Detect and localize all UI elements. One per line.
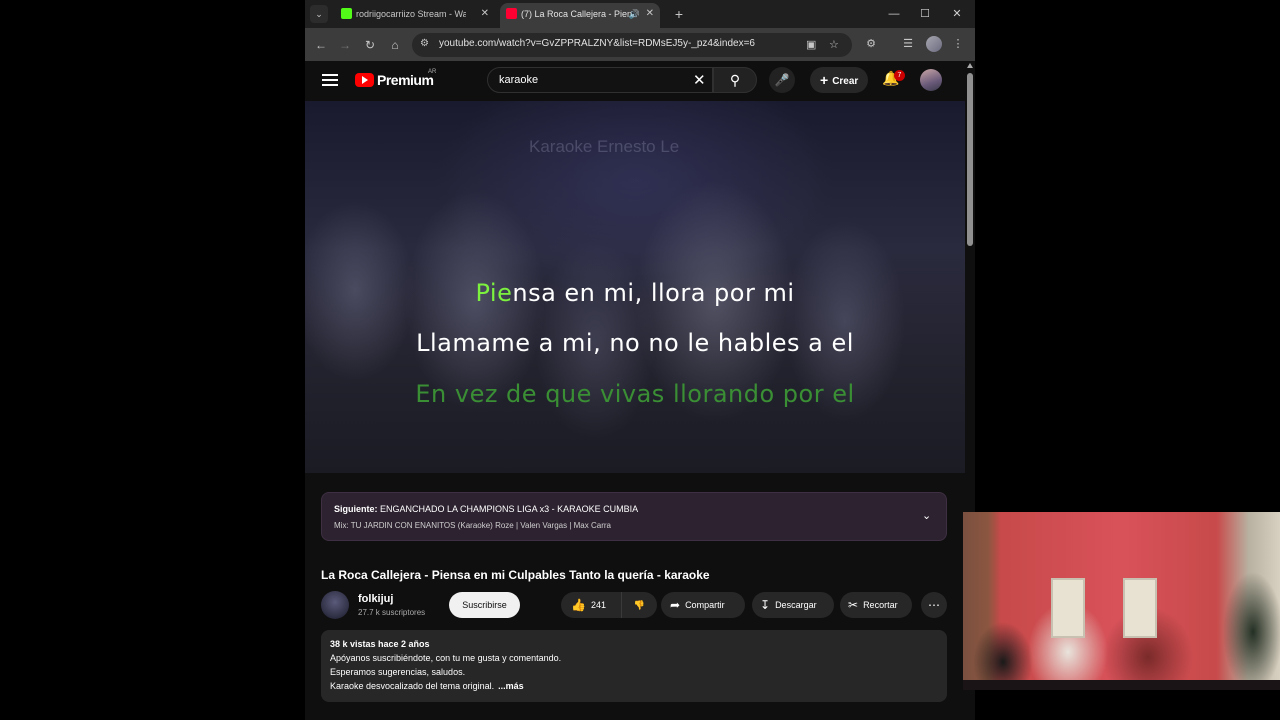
- description-line-last: Karaoke desvocalizado del tema original.…: [330, 681, 524, 691]
- minimize-button[interactable]: —: [882, 4, 906, 24]
- clear-search-icon[interactable]: ✕: [693, 71, 706, 89]
- media-controls-icon[interactable]: ☰: [899, 35, 917, 53]
- channel-name[interactable]: folkijuj: [358, 593, 393, 605]
- tab-close-icon[interactable]: ✕: [646, 3, 654, 25]
- webcam-overlay: [963, 512, 1280, 690]
- tab-kick-stream[interactable]: rodriigocarriizo Stream - Watch ✕: [335, 3, 495, 28]
- lyric-line-upcoming: En vez de que vivas llorando por el: [415, 380, 855, 408]
- tab-title: (7) La Roca Callejera - Piens: [521, 9, 631, 19]
- lyric-line-current: Piensa en mi, llora por mi: [305, 279, 965, 307]
- tab-close-icon[interactable]: ✕: [481, 3, 489, 25]
- dislike-button[interactable]: 👎: [621, 592, 657, 618]
- clip-label: Recortar: [863, 600, 898, 610]
- menu-icon[interactable]: [322, 71, 338, 91]
- browser-menu-icon[interactable]: ⋮: [949, 35, 967, 53]
- video-watermark: Karaoke Ernesto Le: [529, 137, 680, 156]
- up-next-label: Siguiente:: [334, 504, 378, 514]
- browser-window: ⌄ rodriigocarriizo Stream - Watch ✕ (7) …: [305, 0, 975, 720]
- like-count: 241: [590, 600, 606, 610]
- notification-badge: 7: [894, 70, 905, 81]
- install-app-icon[interactable]: ▣: [806, 38, 816, 51]
- forward-arrow-icon[interactable]: →: [335, 35, 355, 55]
- up-next-panel[interactable]: Siguiente: ENGANCHADO LA CHAMPIONS LIGA …: [321, 492, 947, 541]
- create-button[interactable]: + Crear: [810, 67, 868, 93]
- plus-icon: +: [820, 72, 829, 88]
- youtube-logo-icon[interactable]: [355, 73, 374, 87]
- more-actions-icon[interactable]: ⋯: [921, 592, 947, 618]
- share-label: Compartir: [685, 600, 725, 610]
- search-icon: ⚲: [729, 72, 741, 88]
- download-icon: ↧: [760, 598, 771, 612]
- show-more-link[interactable]: ...más: [498, 681, 524, 691]
- new-tab-button[interactable]: +: [669, 4, 689, 24]
- url-text: youtube.com/watch?v=GvZPPRALZNY&list=RDM…: [439, 38, 755, 49]
- channel-subscriber-count: 27.7 k suscriptores: [358, 608, 426, 617]
- channel-avatar[interactable]: [321, 591, 349, 619]
- webcam-background-window: [1051, 578, 1085, 638]
- share-arrow-icon: ➦: [670, 598, 681, 612]
- speaker-icon[interactable]: 🔊: [629, 3, 640, 25]
- tab-title: rodriigocarriizo Stream - Watch: [356, 9, 466, 19]
- up-next-title-line: Siguiente: ENGANCHADO LA CHAMPIONS LIGA …: [334, 504, 638, 514]
- maximize-button[interactable]: ☐: [913, 4, 937, 24]
- extensions-icon[interactable]: ⚙: [862, 35, 880, 53]
- close-window-button[interactable]: ✕: [945, 4, 969, 24]
- download-button[interactable]: ↧ Descargar: [752, 592, 834, 618]
- clip-button[interactable]: ✂ Recortar: [840, 592, 912, 618]
- browser-toolbar: ← → ↻ ⌂ ⚙ youtube.com/watch?v=GvZPPRALZN…: [305, 28, 975, 61]
- tab-youtube-video[interactable]: (7) La Roca Callejera - Piens 🔊 ✕: [500, 3, 660, 28]
- subscribe-button[interactable]: Suscribirse: [449, 592, 520, 618]
- description-line: Esperamos sugerencias, saludos.: [330, 667, 466, 677]
- webcam-background-window: [1123, 578, 1157, 638]
- address-bar[interactable]: ⚙ youtube.com/watch?v=GvZPPRALZNY&list=R…: [412, 33, 852, 57]
- download-label: Descargar: [775, 600, 817, 610]
- description-line: Karaoke desvocalizado del tema original.: [330, 681, 495, 691]
- user-avatar[interactable]: [920, 69, 942, 91]
- voice-search-button[interactable]: 🎤: [769, 67, 795, 93]
- expand-chevron-icon[interactable]: ⌄: [922, 509, 931, 522]
- video-player[interactable]: Karaoke Ernesto Le Piensa en mi, llora p…: [305, 101, 965, 473]
- up-next-title: ENGANCHADO LA CHAMPIONS LIGA x3 - KARAOK…: [380, 504, 639, 514]
- thumbs-up-icon: 👍: [571, 598, 586, 612]
- description-line: Apóyanos suscribiéndote, con tu me gusta…: [330, 653, 562, 663]
- home-icon[interactable]: ⌂: [385, 35, 405, 55]
- browser-profile-avatar[interactable]: [926, 36, 942, 52]
- kick-favicon-icon: [341, 8, 352, 19]
- microphone-icon: 🎤: [774, 73, 790, 87]
- create-label: Crear: [832, 76, 859, 87]
- youtube-favicon-icon: [506, 8, 517, 19]
- bookmark-star-icon[interactable]: ☆: [829, 38, 839, 51]
- share-button[interactable]: ➦ Compartir: [661, 592, 745, 618]
- scroll-up-arrow-icon[interactable]: [967, 63, 973, 68]
- scissors-icon: ✂: [848, 598, 859, 612]
- mix-title: Mix: TU JARDIN CON ENANITOS (Karaoke) Ro…: [334, 521, 611, 530]
- country-code: AR: [428, 69, 437, 75]
- lyric-highlight: Pie: [475, 279, 513, 307]
- tab-strip: ⌄ rodriigocarriizo Stream - Watch ✕ (7) …: [305, 0, 975, 28]
- lyric-line-next: Llamame a mi, no no le hables a el: [416, 329, 854, 357]
- thumbs-down-icon: 👎: [633, 600, 646, 610]
- search-query: karaoke: [499, 74, 539, 86]
- site-settings-icon[interactable]: ⚙: [420, 38, 429, 49]
- webcam-foreground: [963, 680, 1280, 690]
- description-box[interactable]: 38 k vistas hace 2 años Apóyanos suscrib…: [321, 630, 947, 702]
- back-arrow-icon[interactable]: ←: [311, 35, 331, 55]
- chevron-down-icon[interactable]: ⌄: [310, 5, 328, 23]
- video-title: La Roca Callejera - Piensa en mi Culpabl…: [321, 568, 710, 582]
- youtube-masthead: Premium AR karaoke ✕ ⚲ 🎤 + Crear 🔔 7: [305, 61, 965, 101]
- youtube-premium-wordmark[interactable]: Premium: [377, 72, 434, 88]
- lyric-rest: nsa en mi, llora por mi: [512, 279, 795, 307]
- views-and-date: 38 k vistas hace 2 años: [330, 639, 430, 649]
- like-button[interactable]: 👍 241: [561, 592, 621, 618]
- search-input[interactable]: karaoke ✕: [487, 67, 713, 93]
- search-button[interactable]: ⚲: [713, 67, 757, 93]
- scrollbar-thumb[interactable]: [967, 73, 973, 246]
- reload-icon[interactable]: ↻: [360, 35, 380, 55]
